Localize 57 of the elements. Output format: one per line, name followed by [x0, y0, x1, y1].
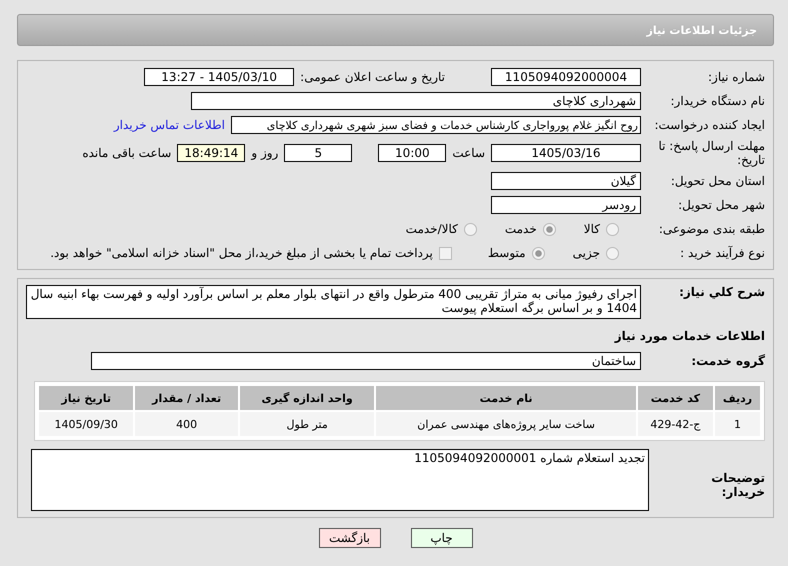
column-header: واحد اندازه گیری: [240, 386, 374, 410]
column-header: کد خدمت: [638, 386, 713, 410]
field-label: طبقه بندی موضوعی:: [658, 222, 765, 236]
header-title: جزئیات اطلاعات نیاز: [646, 24, 757, 36]
field-label: توضیحات خریدار:: [710, 471, 765, 499]
field-label: تاریخ و ساعت اعلان عمومی:: [300, 70, 445, 84]
back-button[interactable]: بازگشت: [318, 528, 380, 548]
contact-link[interactable]: اطلاعات تماس خریدار: [114, 118, 225, 132]
province-field[interactable]: گیلان: [491, 172, 641, 190]
table-cell: 1: [714, 412, 760, 436]
table-cell: ساخت سایر پروژه‌های مهندسی عمران: [376, 412, 636, 436]
field-label: مهلت ارسال پاسخ: تا تاریخ:: [657, 139, 765, 167]
radio-label: خدمت: [504, 222, 537, 236]
field-label: نام دستگاه خریدار:: [670, 94, 765, 108]
column-header: نام خدمت: [376, 386, 636, 410]
table-cell: ج-42-429: [638, 412, 713, 436]
announce-date-field[interactable]: 1405/03/10 - 13:27: [144, 68, 294, 86]
checkbox[interactable]: [438, 246, 452, 260]
time-label: ساعت: [452, 146, 485, 160]
column-header: تعداد / مقدار: [135, 386, 238, 410]
creator-field[interactable]: روح انگیز غلام پورواجاری کارشناس خدمات و فضای سبز شهری شهرداری کلاچای: [231, 116, 641, 134]
description-field[interactable]: اجرای رفیوژ میانی به متراژ تقریبی 400 مترطول واقع در انتهای بلوار معلم بر اساس برآورد اولیه و فهرست بهاء ابنیه سال 1404 و بر اساس برگه استعلام پیوست: [26, 285, 641, 319]
days-label: روز و: [251, 146, 278, 160]
field-label: استان محل تحویل:: [670, 174, 765, 188]
field-label: ایجاد کننده درخواست:: [653, 118, 765, 132]
field-label: شماره نیاز:: [707, 70, 765, 84]
notes-field[interactable]: تجدید استعلام شماره 1105094092000001: [31, 449, 649, 511]
radio-button[interactable]: [542, 222, 556, 236]
radio-button[interactable]: [606, 246, 619, 260]
radio-button[interactable]: [532, 246, 545, 260]
radio-label: کالا: [584, 222, 600, 236]
service-group-field[interactable]: ساختمان: [91, 352, 641, 370]
deadline-time-field[interactable]: 10:00: [378, 144, 446, 162]
section-title: اطلاعات خدمات مورد نیاز: [613, 328, 765, 345]
field-label: شهر محل تحویل:: [677, 198, 765, 212]
field-label: نوع فرآیند خرید :: [679, 246, 765, 260]
remaining-time-field[interactable]: 18:49:14: [177, 144, 246, 162]
table-cell: متر طول: [240, 412, 374, 436]
days-field[interactable]: 5: [284, 144, 352, 162]
radio-label: کالا/خدمت: [406, 222, 458, 236]
column-header: ردیف: [714, 386, 760, 410]
radio-label: جزیی: [572, 246, 600, 260]
radio-button[interactable]: [464, 222, 477, 236]
checkbox-label: پرداخت تمام یا بخشی از مبلغ خرید،از محل "اسناد خزانه اسلامی" خواهد بود.: [50, 246, 433, 260]
table-cell: 1405/09/30: [39, 412, 134, 436]
need-number-field[interactable]: 1105094092000004: [491, 68, 641, 86]
remaining-label: ساعت باقی مانده: [82, 146, 172, 160]
city-field[interactable]: رودسر: [491, 196, 641, 214]
buyer-field[interactable]: شهرداری کلاچای: [191, 92, 641, 110]
print-button[interactable]: چاپ: [410, 528, 472, 548]
deadline-date-field[interactable]: 1405/03/16: [491, 144, 641, 162]
column-header: تاریخ نیاز: [39, 386, 134, 410]
field-label: شرح کلي نياز:: [678, 285, 765, 299]
radio-label: متوسط: [488, 246, 526, 260]
radio-button[interactable]: [606, 222, 619, 236]
field-label: گروه خدمت:: [690, 354, 765, 368]
table-cell: 400: [135, 412, 238, 436]
